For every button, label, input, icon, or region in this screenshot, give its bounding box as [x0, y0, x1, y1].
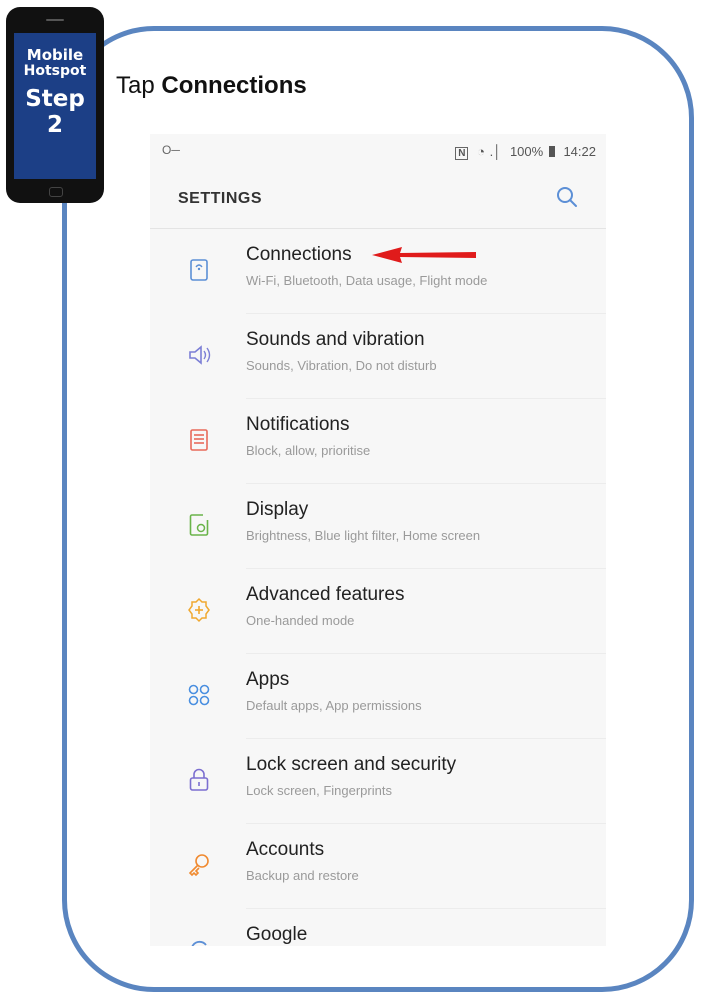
- search-icon[interactable]: [554, 184, 580, 210]
- key-icon: O─: [162, 143, 180, 157]
- red-arrow-icon: [372, 247, 476, 263]
- instruction-prefix: Tap: [116, 72, 162, 99]
- phone-screenshot: O─ N ◔ .│ 100% 14:22 SETTINGS Connection…: [150, 134, 606, 946]
- page-title: SETTINGS: [178, 190, 263, 207]
- settings-item-sub: One-handed mode: [246, 613, 355, 628]
- settings-item-sounds[interactable]: Sounds and vibration Sounds, Vibration, …: [150, 314, 606, 399]
- settings-item-notifications[interactable]: Notifications Block, allow, prioritise: [150, 399, 606, 484]
- settings-item-advanced-features[interactable]: Advanced features One-handed mode: [150, 569, 606, 654]
- settings-item-label: Accounts: [246, 839, 325, 860]
- settings-item-sub: Sounds, Vibration, Do not disturb: [246, 358, 437, 373]
- status-bar: O─ N ◔ .│ 100% 14:22: [150, 134, 606, 168]
- badge-screen: Mobile Hotspot Step 2: [14, 33, 96, 179]
- google-icon: [191, 940, 207, 946]
- settings-item-label: Advanced features: [246, 584, 405, 605]
- lock-icon: [189, 768, 209, 791]
- gear-plus-icon: [188, 597, 210, 623]
- settings-item-sub: Brightness, Blue light filter, Home scre…: [246, 528, 481, 543]
- settings-item-accounts[interactable]: Accounts Backup and restore: [150, 824, 606, 909]
- connections-icon: [190, 259, 208, 281]
- settings-item-sub: Wi-Fi, Bluetooth, Data usage, Flight mod…: [246, 273, 488, 288]
- settings-item-label: Notifications: [246, 414, 350, 435]
- settings-item-sub: Default apps, App permissions: [246, 698, 422, 713]
- phone-speaker: [46, 19, 64, 21]
- badge-line-3: Step: [25, 86, 85, 112]
- badge-line-1: Mobile: [26, 46, 84, 64]
- settings-item-sub: Lock screen, Fingerprints: [246, 783, 392, 798]
- settings-item-label: Google: [246, 924, 308, 945]
- time-text: 14:22: [563, 144, 596, 159]
- display-icon: [189, 514, 209, 536]
- settings-item-label: Sounds and vibration: [246, 329, 425, 350]
- speaker-icon: [189, 345, 211, 365]
- step-badge: Mobile Hotspot Step 2: [6, 7, 104, 203]
- status-right: N ◔ .│ 100% 14:22: [450, 144, 596, 160]
- settings-item-label: Display: [246, 499, 309, 520]
- settings-item-connections[interactable]: Connections Wi-Fi, Bluetooth, Data usage…: [150, 229, 606, 314]
- badge-line-2: Hotspot: [23, 63, 87, 79]
- battery-text: 100%: [509, 144, 544, 159]
- settings-item-display[interactable]: Display Brightness, Blue light filter, H…: [150, 484, 606, 569]
- key-icon: [188, 854, 209, 877]
- nfc-icon: N: [455, 147, 469, 160]
- phone-home-button: [49, 187, 63, 197]
- instruction-text: Tap Connections: [116, 72, 307, 100]
- badge-line-4: 2: [46, 112, 63, 138]
- settings-item-google[interactable]: Google: [150, 909, 606, 946]
- signal-icon: .│: [489, 144, 502, 159]
- wifi-icon: ◔: [477, 144, 485, 159]
- battery-icon: [548, 146, 555, 157]
- settings-item-apps[interactable]: Apps Default apps, App permissions: [150, 654, 606, 739]
- settings-item-lock-screen[interactable]: Lock screen and security Lock screen, Fi…: [150, 739, 606, 824]
- settings-item-label: Connections: [246, 244, 352, 265]
- instruction-target: Connections: [161, 72, 307, 99]
- settings-item-sub: Backup and restore: [246, 868, 359, 883]
- apps-icon: [188, 684, 210, 706]
- notifications-icon: [190, 429, 208, 451]
- settings-header: SETTINGS: [150, 170, 606, 229]
- settings-item-sub: Block, allow, prioritise: [246, 443, 371, 458]
- settings-item-label: Lock screen and security: [246, 754, 457, 775]
- settings-item-label: Apps: [246, 669, 290, 690]
